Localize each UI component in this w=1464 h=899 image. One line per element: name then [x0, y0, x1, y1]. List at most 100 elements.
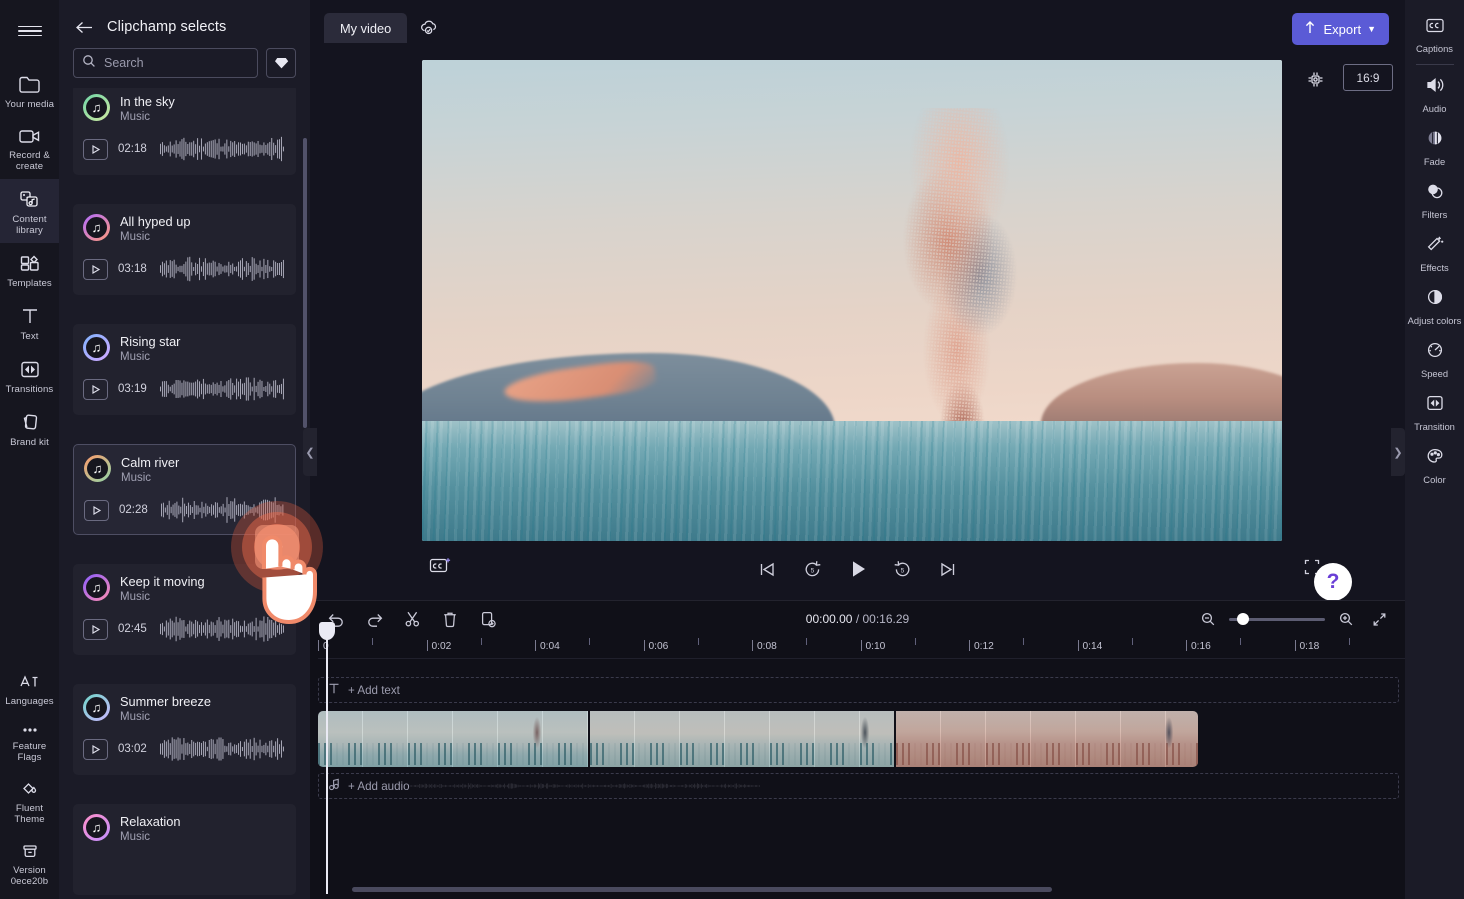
zoom-slider[interactable]: [1229, 613, 1325, 625]
sidebar-item-brand-kit[interactable]: Brand kit: [0, 402, 59, 455]
track-play-button[interactable]: [83, 258, 108, 280]
track-card[interactable]: ♫ In the sky Music 02:18: [73, 88, 296, 175]
track-waveform: [160, 136, 285, 162]
track-kind: Music: [121, 472, 152, 484]
arrow-left-icon[interactable]: [73, 16, 95, 38]
track-card-top: ♫ Rising star Music: [83, 334, 286, 365]
track-card[interactable]: ♫ Calm river Music 02:28: [73, 444, 296, 535]
sidebar-item-content-library[interactable]: Content library: [0, 179, 59, 243]
track-play-button[interactable]: [83, 618, 108, 640]
track-play-button[interactable]: [83, 378, 108, 400]
track-card-bottom: 02:45: [83, 616, 286, 642]
timeline-ruler[interactable]: 00:020:040:060:080:100:120:140:160:18: [318, 637, 1405, 659]
adjust-colors-icon: [1423, 287, 1447, 312]
audio-ghost-waveform: [410, 783, 760, 789]
play-icon[interactable]: [845, 556, 871, 582]
property-item-adjust-colors[interactable]: Adjust colors: [1405, 279, 1464, 332]
gear-icon[interactable]: [1306, 70, 1325, 94]
collapse-right-panel-button[interactable]: ❯: [1391, 428, 1405, 476]
property-item-captions[interactable]: Captions: [1405, 8, 1464, 60]
zoom-slider-knob[interactable]: [1237, 613, 1249, 625]
top-bar: My video Export ▼: [310, 0, 1405, 58]
track-card[interactable]: ♫ Keep it moving Music 02:45: [73, 564, 296, 655]
property-item-label: Effects: [1420, 262, 1449, 273]
search-row: [59, 48, 310, 88]
player-controls-bar: 5 5 ?: [310, 550, 1405, 622]
track-waveform: [160, 377, 285, 401]
sidebar-item-fluent-theme[interactable]: Fluent Theme: [0, 770, 59, 832]
video-camera-icon: [17, 126, 43, 146]
export-button[interactable]: Export ▼: [1291, 13, 1389, 45]
fade-icon: [1423, 128, 1447, 153]
zoom-controls: [1196, 607, 1391, 631]
audio-icon: [1423, 75, 1447, 100]
collapse-left-panel-button[interactable]: ❮: [303, 428, 317, 476]
help-question-icon[interactable]: ?: [1314, 563, 1352, 601]
property-item-filters[interactable]: Filters: [1405, 173, 1464, 226]
color-icon: [1423, 446, 1447, 471]
playhead-handle[interactable]: [319, 622, 335, 640]
track-card[interactable]: ♫ Relaxation Music: [73, 804, 296, 895]
search-input[interactable]: [104, 56, 249, 70]
zoom-in-icon[interactable]: [1334, 607, 1358, 631]
sidebar-item-your-media[interactable]: Your media: [0, 64, 59, 117]
track-card[interactable]: ♫ Summer breeze Music 03:02: [73, 684, 296, 775]
sidebar-item-transitions[interactable]: Transitions: [0, 349, 59, 402]
property-item-transition[interactable]: Transition: [1405, 385, 1464, 438]
sidebar-item-version[interactable]: Version 0ece20b: [0, 832, 59, 899]
text-track-placeholder[interactable]: + Add text: [318, 677, 1399, 703]
diamond-icon[interactable]: [266, 48, 296, 78]
search-box[interactable]: [73, 48, 258, 78]
svg-text:5: 5: [811, 567, 815, 574]
track-artwork: ♫: [84, 455, 111, 482]
property-item-speed[interactable]: Speed: [1405, 332, 1464, 385]
property-item-color[interactable]: Color: [1405, 438, 1464, 491]
sidebar-item-feature-flags[interactable]: Feature Flags: [0, 714, 59, 770]
sidebar-item-record-create[interactable]: Record & create: [0, 117, 59, 179]
redo-icon[interactable]: [362, 607, 386, 631]
timeline-clip[interactable]: [590, 711, 894, 767]
skip-to-end-icon[interactable]: [935, 556, 961, 582]
hamburger-icon[interactable]: [10, 14, 50, 48]
property-item-audio[interactable]: Audio: [1405, 67, 1464, 120]
ruler-tick-bar: [1240, 638, 1242, 645]
project-tab[interactable]: My video: [324, 13, 408, 43]
trash-icon[interactable]: [438, 607, 462, 631]
chevron-down-icon: ▼: [1367, 24, 1376, 34]
timeline-clip[interactable]: [896, 711, 1198, 767]
video-preview[interactable]: [422, 60, 1282, 541]
track-play-button[interactable]: [84, 499, 109, 521]
playhead[interactable]: [319, 622, 335, 894]
skip-to-start-icon[interactable]: [755, 556, 781, 582]
sidebar-item-templates[interactable]: Templates: [0, 243, 59, 296]
property-item-fade[interactable]: Fade: [1405, 120, 1464, 173]
zoom-out-icon[interactable]: [1196, 607, 1220, 631]
preview-water: [422, 420, 1282, 541]
track-play-button[interactable]: [83, 138, 108, 160]
fit-to-screen-icon[interactable]: [1367, 607, 1391, 631]
track-name: Summer breeze: [120, 694, 212, 709]
fluent-theme-icon: [18, 779, 42, 799]
ruler-tick-bar: [914, 638, 916, 645]
track-play-button[interactable]: [83, 738, 108, 760]
duplicate-icon[interactable]: [476, 607, 500, 631]
aspect-ratio-button[interactable]: 16:9: [1343, 64, 1393, 91]
track-list[interactable]: ♫ In the sky Music 02:18 ♫ All hyped up Music 0…: [59, 88, 310, 899]
clip-frame-dividers: [590, 711, 894, 767]
library-scrollbar[interactable]: [303, 138, 307, 428]
rewind-5-icon[interactable]: 5: [800, 556, 826, 582]
ruler-tick-bar: [1186, 640, 1187, 651]
timeline-clip[interactable]: [318, 711, 588, 767]
timeline-horizontal-scrollbar[interactable]: [352, 887, 1052, 892]
track-card-bottom: 02:18: [83, 136, 286, 162]
track-card[interactable]: ♫ All hyped up Music 03:18: [73, 204, 296, 295]
track-name: Keep it moving: [120, 574, 205, 589]
sidebar-item-text[interactable]: Text: [0, 296, 59, 349]
scissors-icon[interactable]: [400, 607, 424, 631]
track-card[interactable]: ♫ Rising star Music 03:19: [73, 324, 296, 415]
cloud-saved-icon[interactable]: [419, 19, 439, 41]
track-waveform: [160, 616, 285, 642]
property-item-effects[interactable]: Effects: [1405, 226, 1464, 279]
sidebar-item-languages[interactable]: Languages: [0, 663, 59, 714]
forward-5-icon[interactable]: 5: [890, 556, 916, 582]
